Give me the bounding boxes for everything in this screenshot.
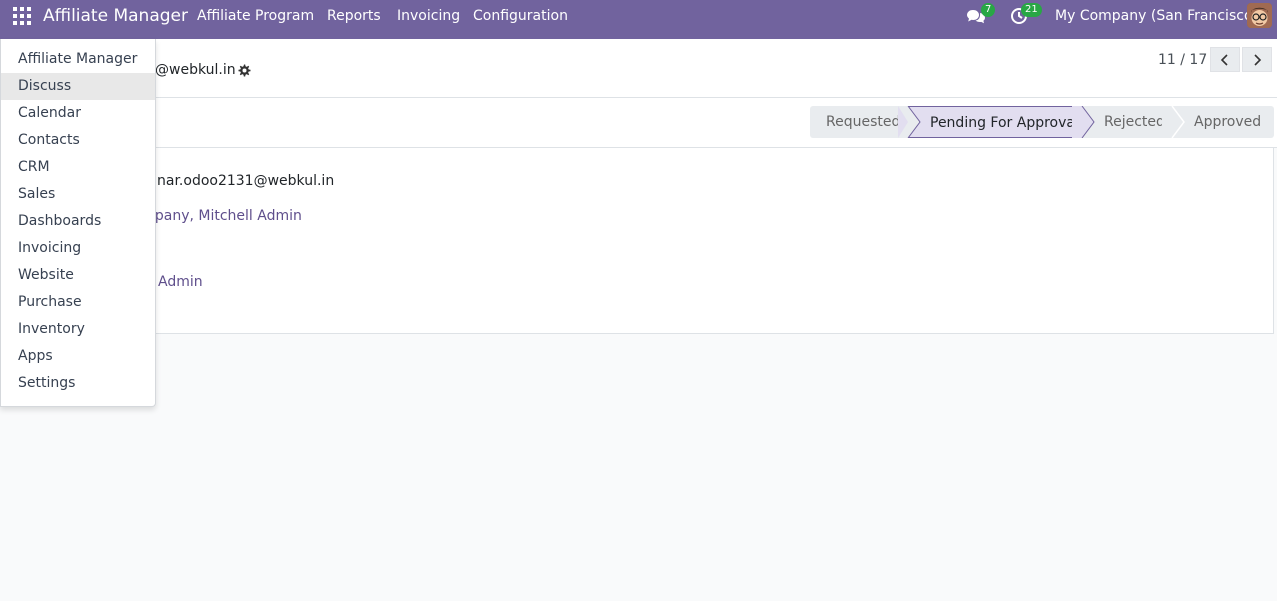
app-item-sales[interactable]: Sales	[1, 181, 155, 208]
app-item-inventory[interactable]: Inventory	[1, 316, 155, 343]
stage-separator-icon	[898, 106, 921, 138]
pager-previous-button[interactable]	[1210, 47, 1240, 72]
chevron-left-icon	[1220, 53, 1228, 66]
app-item-contacts[interactable]: Contacts	[1, 127, 155, 154]
stage-requested[interactable]: Requested	[810, 106, 908, 138]
related-partner-link[interactable]: npany, Mitchell Admin	[146, 208, 302, 224]
gear-icon[interactable]	[237, 64, 251, 78]
app-item-affiliate-manager[interactable]: Affiliate Manager	[1, 46, 155, 73]
stage-label: Pending For Approval	[930, 115, 1079, 131]
user-avatar[interactable]	[1247, 3, 1272, 28]
stage-approved[interactable]: Approved	[1172, 106, 1274, 138]
app-item-invoicing[interactable]: Invoicing	[1, 235, 155, 262]
app-item-settings[interactable]: Settings	[1, 370, 155, 397]
app-item-purchase[interactable]: Purchase	[1, 289, 155, 316]
email-field-value: nar.odoo2131@webkul.in	[157, 173, 335, 189]
stage-label: Approved	[1194, 114, 1262, 130]
app-item-website[interactable]: Website	[1, 262, 155, 289]
stage-label: Requested	[826, 114, 901, 130]
form-statusbar: Requested Pending For Approval Rejected …	[0, 98, 1277, 148]
apps-menu-icon[interactable]	[13, 7, 31, 25]
app-item-dashboards[interactable]: Dashboards	[1, 208, 155, 235]
messages-count-badge: 7	[981, 3, 996, 17]
menu-configuration[interactable]: Configuration	[473, 8, 568, 24]
top-navbar: Affiliate Manager Affiliate Program Repo…	[0, 0, 1277, 39]
apps-dropdown: Affiliate Manager Discuss Calendar Conta…	[0, 39, 156, 407]
app-item-crm[interactable]: CRM	[1, 154, 155, 181]
pager-next-button[interactable]	[1242, 47, 1272, 72]
stage-separator-icon	[1072, 106, 1095, 138]
stage-separator-icon	[1162, 106, 1185, 138]
app-item-calendar[interactable]: Calendar	[1, 100, 155, 127]
control-panel: @webkul.in 11 / 17	[0, 39, 1277, 98]
user-link[interactable]: Admin	[158, 274, 203, 290]
activities-count-badge: 21	[1021, 3, 1042, 17]
app-brand[interactable]: Affiliate Manager	[43, 6, 188, 26]
stage-label: Rejected	[1104, 114, 1165, 130]
company-switcher[interactable]: My Company (San Francisco)	[1055, 8, 1258, 24]
pager-value: 11 / 17	[1158, 52, 1208, 68]
app-item-apps[interactable]: Apps	[1, 343, 155, 370]
app-item-discuss[interactable]: Discuss	[1, 73, 155, 100]
stage-pipeline: Requested Pending For Approval Rejected …	[810, 106, 1274, 138]
menu-invoicing[interactable]: Invoicing	[397, 8, 460, 24]
form-sheet: nar.odoo2131@webkul.in npany, Mitchell A…	[0, 148, 1274, 334]
record-title: @webkul.in	[155, 62, 236, 78]
chevron-right-icon	[1254, 53, 1262, 66]
menu-affiliate-program[interactable]: Affiliate Program	[197, 8, 314, 24]
stage-pending-for-approval[interactable]: Pending For Approval	[908, 106, 1082, 138]
menu-reports[interactable]: Reports	[327, 8, 381, 24]
